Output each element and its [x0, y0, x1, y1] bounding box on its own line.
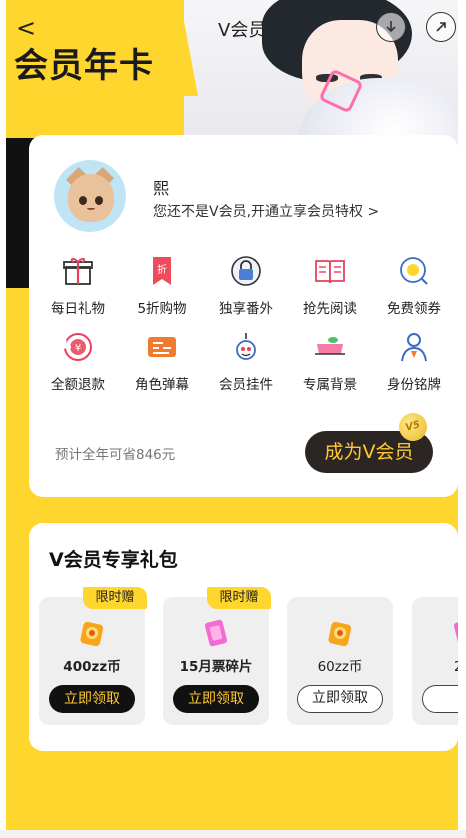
download-icon — [386, 21, 396, 33]
claim-button[interactable]: 立即领取 — [173, 685, 259, 713]
user-name: 熙 — [153, 179, 170, 198]
pendant-icon — [228, 329, 264, 365]
perk-label: 抢先阅读 — [303, 301, 357, 317]
share-icon — [436, 22, 446, 32]
nameplate-icon — [396, 329, 432, 365]
gift-name: 60zz币 — [317, 659, 363, 675]
zz-coin-icon — [76, 617, 108, 649]
perk-full-refund[interactable]: ¥ 全额退款 — [36, 329, 120, 393]
back-button[interactable]: < — [16, 14, 40, 42]
avatar-face — [68, 174, 114, 222]
background-icon — [312, 329, 348, 365]
membership-prompt-link[interactable]: 您还不是V会员,开通立享会员特权 > — [153, 201, 379, 221]
gift-box-icon — [60, 253, 96, 289]
perk-label: 独享番外 — [219, 301, 273, 317]
right-edge — [458, 0, 466, 838]
refund-icon: ¥ — [60, 329, 96, 365]
perk-early-read[interactable]: 抢先阅读 — [288, 253, 372, 317]
svg-text:¥: ¥ — [75, 343, 81, 354]
gift-item[interactable]: 60zz币 立即领取 — [287, 597, 393, 725]
claim-button[interactable]: 立即领取 — [297, 685, 383, 713]
vip-page: 会员年卡 < V会员 熙 您还不是V会员,开通立享会员特权 > 每日礼物 折 5… — [6, 0, 458, 838]
ticket-fragment-icon — [200, 617, 232, 649]
perk-exclusive-extra[interactable]: 独享番外 — [204, 253, 288, 317]
avatar-eye — [79, 196, 87, 205]
page-title: V会员 — [218, 20, 267, 41]
vip-gift-pack: V会员专享礼包 限时赠 400zz币 立即领取 限时赠 15月票碎片 立即领取 … — [29, 523, 458, 751]
avatar[interactable] — [54, 160, 126, 232]
danmaku-icon — [144, 329, 180, 365]
open-book-icon — [312, 253, 348, 289]
perk-half-price[interactable]: 折 5折购物 — [120, 253, 204, 317]
avatar-mouth — [87, 206, 95, 210]
gift-name: 15月票碎片 — [179, 659, 253, 675]
limited-tag: 限时赠 — [83, 587, 147, 609]
perk-label: 角色弹幕 — [135, 377, 189, 393]
perk-daily-gift[interactable]: 每日礼物 — [36, 253, 120, 317]
gift-item[interactable]: 限时赠 15月票碎片 立即领取 — [163, 587, 271, 725]
perk-identity-nameplate[interactable]: 身份铭牌 — [372, 329, 456, 393]
ticket-fragment-icon — [449, 617, 458, 649]
avatar-eye — [95, 196, 103, 205]
zz-coin-icon — [324, 617, 356, 649]
perk-exclusive-background[interactable]: 专属背景 — [288, 329, 372, 393]
perk-label: 会员挂件 — [219, 377, 273, 393]
perk-label: 5折购物 — [137, 301, 187, 317]
svg-text:折: 折 — [157, 263, 167, 276]
gift-item[interactable]: 限时赠 400zz币 立即领取 — [39, 587, 147, 725]
perk-label: 免费领券 — [387, 301, 441, 317]
perk-label: 身份铭牌 — [387, 377, 441, 393]
claim-button[interactable]: 立 — [422, 685, 458, 713]
lock-icon — [228, 253, 264, 289]
perk-label: 专属背景 — [303, 377, 357, 393]
member-card: 熙 您还不是V会员,开通立享会员特权 > 每日礼物 折 5折购物 独享番外 抢先… — [29, 135, 458, 497]
perk-label: 全额退款 — [51, 377, 105, 393]
claim-button[interactable]: 立即领取 — [49, 685, 135, 713]
limited-tag: 限时赠 — [207, 587, 271, 609]
banner-title: 会员年卡 — [14, 46, 154, 86]
coupon-icon — [396, 253, 432, 289]
perk-label: 每日礼物 — [51, 301, 105, 317]
perk-free-coupon[interactable]: 免费领券 — [372, 253, 456, 317]
share-button[interactable] — [426, 12, 456, 42]
gift-pack-title: V会员专享礼包 — [49, 549, 178, 571]
discount-tag-icon: 折 — [144, 253, 180, 289]
perk-character-danmaku[interactable]: 角色弹幕 — [120, 329, 204, 393]
bottom-edge — [0, 830, 466, 838]
gift-name: 400zz币 — [63, 659, 121, 675]
download-button[interactable] — [376, 12, 406, 42]
gift-name: 2月 — [412, 655, 458, 675]
perk-member-pendant[interactable]: 会员挂件 — [204, 329, 288, 393]
annual-saving-text: 预计全年可省846元 — [55, 447, 176, 463]
gift-item[interactable]: 2月 立 — [412, 597, 458, 725]
